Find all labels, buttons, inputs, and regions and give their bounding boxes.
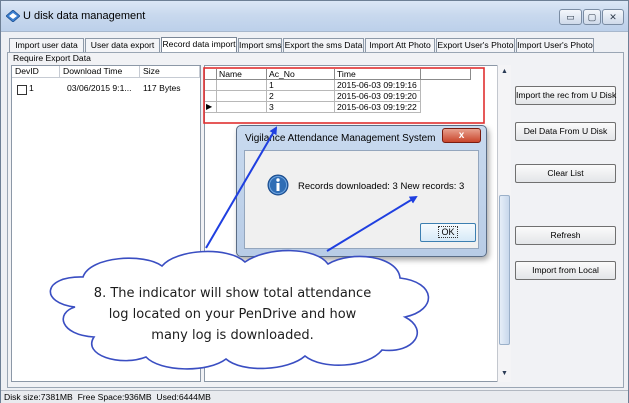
tab-export-users-photo[interactable]: Export User's Photo: [436, 38, 515, 52]
maximize-button[interactable]: ▢: [583, 9, 601, 25]
tab-import-users-photo[interactable]: Import User's Photo: [516, 38, 594, 52]
size-cell: 117 Bytes: [143, 83, 181, 93]
name-cell[interactable]: [217, 91, 267, 102]
title-bar[interactable]: U disk data management ▭ ▢ ✕: [1, 1, 628, 32]
status-text: Disk size:7381MB Free Space:936MB Used:6…: [4, 391, 211, 403]
used-space-text: Used:6444MB: [156, 392, 211, 402]
ac-no-cell[interactable]: 2: [267, 91, 335, 102]
dialog-title: Vigilance Attendance Management System: [245, 133, 436, 144]
tab-import-sms[interactable]: Import sms: [238, 38, 282, 52]
app-icon: [6, 10, 20, 22]
del-from-u-disk-button[interactable]: Del Data From U Disk: [515, 122, 616, 141]
refresh-button[interactable]: Refresh: [515, 226, 616, 245]
disk-size-text: Disk size:7381MB: [4, 392, 73, 402]
import-from-u-disk-button[interactable]: Import the rec from U Disk: [515, 86, 616, 105]
window-title: U disk data management: [23, 10, 146, 22]
tab-import-user-data[interactable]: Import user data: [9, 38, 84, 52]
vertical-scrollbar[interactable]: ▲ ▼: [497, 65, 511, 382]
column-header-time[interactable]: Time: [335, 69, 421, 80]
ok-button[interactable]: OK: [420, 223, 476, 242]
download-time-cell: 03/06/2015 9:1...: [67, 83, 132, 93]
column-header-ac-no[interactable]: Ac_No: [267, 69, 335, 80]
status-bar: Disk size:7381MB Free Space:936MB Used:6…: [1, 390, 628, 403]
current-row-indicator[interactable]: ▶: [205, 102, 217, 113]
ok-button-label: OK: [438, 226, 458, 238]
callout-line: many log is downloaded.: [151, 328, 314, 343]
dialog-body: Records downloaded: 3 New records: 3 OK: [244, 150, 479, 249]
name-cell[interactable]: [217, 102, 267, 113]
column-header-download-time[interactable]: Download Time: [60, 66, 140, 78]
column-header-name[interactable]: Name: [217, 69, 267, 80]
message-dialog: Vigilance Attendance Management System x…: [236, 125, 487, 257]
tab-import-att-photo[interactable]: Import Att Photo: [365, 38, 435, 52]
import-from-local-button[interactable]: Import from Local: [515, 261, 616, 280]
clear-list-button[interactable]: Clear List: [515, 164, 616, 183]
time-cell[interactable]: 2015-06-03 09:19:22: [335, 102, 421, 113]
close-button[interactable]: ✕: [602, 9, 624, 25]
row-indicator[interactable]: [205, 91, 217, 102]
row-checkbox[interactable]: [17, 85, 27, 95]
column-header-empty: [421, 69, 471, 80]
callout-line: log located on your PenDrive and how: [108, 307, 357, 322]
column-header-size[interactable]: Size: [140, 66, 200, 78]
ac-no-cell[interactable]: 3: [267, 102, 335, 113]
tab-record-data-import[interactable]: Record data import: [161, 37, 237, 52]
devid-cell: 1: [29, 83, 34, 93]
group-label: Require Export Data: [12, 53, 92, 63]
name-cell[interactable]: [217, 80, 267, 91]
minimize-button[interactable]: ▭: [559, 9, 582, 25]
time-cell[interactable]: 2015-06-03 09:19:20: [335, 91, 421, 102]
tab-export-sms-data[interactable]: Export the sms Data: [283, 38, 364, 52]
column-header-devid[interactable]: DevID: [12, 66, 60, 78]
tab-user-data-export[interactable]: User data export: [85, 38, 160, 52]
grid-corner: [205, 69, 217, 80]
scroll-down-icon[interactable]: ▼: [499, 368, 510, 379]
scroll-up-icon[interactable]: ▲: [499, 66, 510, 77]
info-icon: [267, 174, 289, 196]
scroll-thumb[interactable]: [499, 195, 510, 345]
ac-no-cell[interactable]: 1: [267, 80, 335, 91]
callout-line: 8. The indicator will show total attenda…: [93, 286, 372, 301]
free-space-text: Free Space:936MB: [77, 392, 152, 402]
row-indicator[interactable]: [205, 80, 217, 91]
dialog-close-button[interactable]: x: [442, 128, 481, 143]
callout-text: 8. The indicator will show total attenda…: [60, 283, 405, 346]
time-cell[interactable]: 2015-06-03 09:19:16: [335, 80, 421, 91]
dialog-message: Records downloaded: 3 New records: 3: [298, 181, 465, 192]
